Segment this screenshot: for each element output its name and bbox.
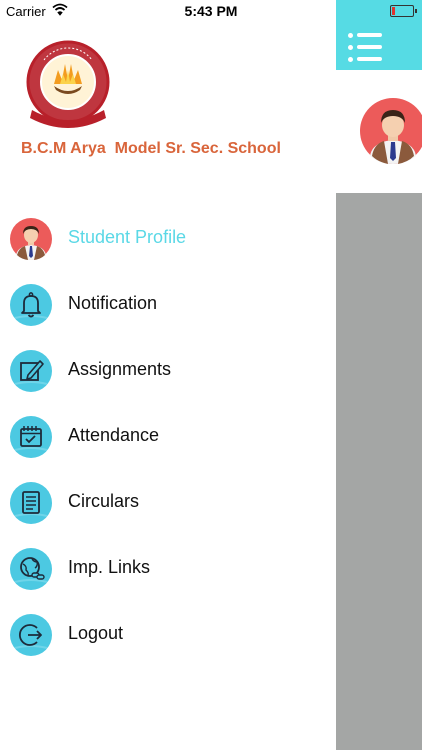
menu-item-label: Notification xyxy=(68,293,158,313)
calendar-check-icon xyxy=(10,416,52,458)
menu-item-circulars[interactable]: Circulars xyxy=(10,478,330,528)
menu-item-student-profile[interactable]: Student Profile xyxy=(10,214,330,264)
menu-item-attendance[interactable]: Attendance xyxy=(10,412,330,462)
student-avatar-icon xyxy=(360,98,422,164)
menu-item-notification[interactable]: Notification xyxy=(10,280,330,330)
menu-item-label: Student Profile xyxy=(68,227,187,247)
document-icon xyxy=(10,482,52,524)
status-bar: Carrier 5:43 PM xyxy=(0,0,422,22)
logout-icon xyxy=(10,614,52,656)
menu-item-label: Logout xyxy=(68,623,124,643)
school-logo xyxy=(26,40,110,128)
background-app xyxy=(336,0,422,750)
profile-card xyxy=(336,70,422,193)
hamburger-menu-icon[interactable] xyxy=(348,33,382,62)
globe-link-icon xyxy=(10,548,52,590)
clock-time: 5:43 PM xyxy=(184,3,238,19)
bell-icon xyxy=(10,284,52,326)
menu-item-label: Imp. Links xyxy=(68,557,151,577)
menu-item-logout[interactable]: Logout xyxy=(10,610,330,660)
edit-note-icon xyxy=(10,350,52,392)
menu-item-imp-links[interactable]: Imp. Links xyxy=(10,544,330,594)
battery-icon xyxy=(390,5,417,17)
menu-item-label: Circulars xyxy=(68,491,140,511)
menu-item-assignments[interactable]: Assignments xyxy=(10,346,330,396)
menu-item-label: Attendance xyxy=(68,425,160,445)
menu-item-label: Assignments xyxy=(68,359,172,379)
navigation-drawer: B.C.M Arya Model Sr. Sec. School Student… xyxy=(0,0,336,750)
student-avatar-icon xyxy=(10,218,52,260)
school-name: B.C.M Arya Model Sr. Sec. School xyxy=(21,140,281,157)
